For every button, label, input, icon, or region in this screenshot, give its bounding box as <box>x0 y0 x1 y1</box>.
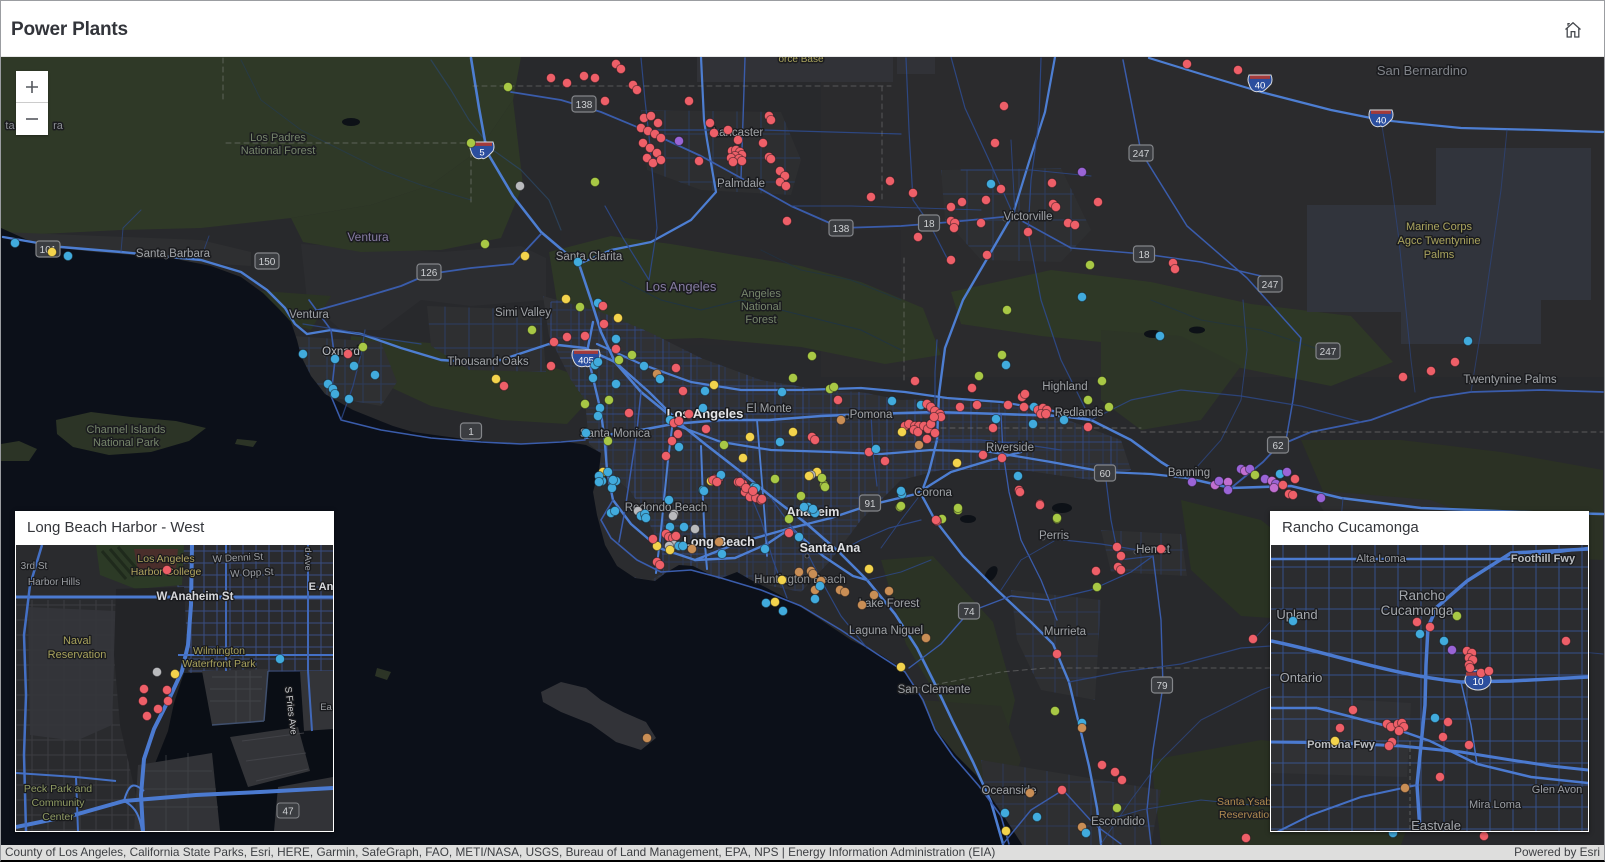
svg-text:Santa Barbara: Santa Barbara <box>136 248 211 260</box>
svg-text:Victorville: Victorville <box>1004 211 1053 223</box>
svg-text:Wilmington: Wilmington <box>193 645 245 657</box>
svg-text:Pomona: Pomona <box>850 409 893 421</box>
svg-text:Pomona Fwy: Pomona Fwy <box>1307 739 1376 751</box>
svg-text:W Opp St: W Opp St <box>230 567 274 580</box>
svg-text:Highland: Highland <box>1042 381 1087 393</box>
svg-text:Reservation: Reservation <box>48 649 107 661</box>
svg-text:247: 247 <box>1320 347 1337 358</box>
svg-text:126: 126 <box>421 268 438 279</box>
svg-text:3rd St: 3rd St <box>21 561 48 572</box>
svg-text:Center: Center <box>42 811 74 823</box>
svg-text:62: 62 <box>1272 441 1284 452</box>
svg-text:Perris: Perris <box>1039 530 1069 542</box>
svg-text:60: 60 <box>1099 469 1111 480</box>
svg-text:San Clemente: San Clemente <box>898 684 971 696</box>
svg-text:247: 247 <box>1262 280 1279 291</box>
svg-text:Santa Clarita: Santa Clarita <box>556 251 623 263</box>
svg-text:Waterfront Park: Waterfront Park <box>182 658 256 670</box>
svg-text:Banning: Banning <box>1168 467 1210 479</box>
svg-text:Santa Ana: Santa Ana <box>800 541 862 555</box>
svg-text:Riverside: Riverside <box>986 442 1034 454</box>
svg-text:Eastvale: Eastvale <box>1411 818 1461 831</box>
svg-text:Corona: Corona <box>914 487 952 499</box>
svg-text:Forest: Forest <box>745 314 776 326</box>
svg-text:Ventura: Ventura <box>347 230 389 244</box>
svg-text:Glen Avon: Glen Avon <box>1532 784 1583 796</box>
svg-text:Laguna Niguel: Laguna Niguel <box>849 625 923 637</box>
svg-text:Thousand Oaks: Thousand Oaks <box>447 356 528 368</box>
svg-text:138: 138 <box>833 224 850 235</box>
svg-text:Oxnard: Oxnard <box>322 346 360 358</box>
svg-text:40: 40 <box>1376 116 1387 127</box>
svg-text:Mira Loma: Mira Loma <box>1469 799 1522 811</box>
svg-text:Foothill Fwy: Foothill Fwy <box>1511 553 1576 565</box>
svg-text:W Anaheim St: W Anaheim St <box>157 591 234 603</box>
svg-text:91: 91 <box>864 499 876 510</box>
svg-text:47: 47 <box>282 807 294 818</box>
svg-text:Lake Forest: Lake Forest <box>859 598 921 610</box>
svg-text:Agcc Twentynine: Agcc Twentynine <box>1398 235 1481 247</box>
svg-text:Ea: Ea <box>320 702 332 713</box>
svg-text:Los Angeles: Los Angeles <box>646 279 717 294</box>
svg-text:40: 40 <box>1255 81 1266 92</box>
svg-text:18: 18 <box>1138 250 1150 261</box>
svg-text:74: 74 <box>963 607 975 618</box>
svg-text:Los Angeles: Los Angeles <box>137 553 194 565</box>
svg-text:Reservation: Reservation <box>1219 809 1275 821</box>
svg-text:Harbor Hills: Harbor Hills <box>28 577 80 588</box>
svg-text:Santa Ysabe: Santa Ysabe <box>1217 796 1277 808</box>
svg-text:Ontario: Ontario <box>1280 670 1323 685</box>
svg-text:Community: Community <box>31 797 85 809</box>
svg-text:El Monte: El Monte <box>746 403 791 415</box>
svg-text:5: 5 <box>479 148 484 159</box>
svg-text:Alta Loma: Alta Loma <box>1356 553 1406 565</box>
svg-text:Simi Valley: Simi Valley <box>495 307 551 319</box>
svg-text:150: 150 <box>259 257 276 268</box>
svg-text:E An: E An <box>309 581 333 593</box>
svg-text:18: 18 <box>923 219 935 230</box>
svg-text:79: 79 <box>1156 681 1168 692</box>
svg-text:National: National <box>741 301 781 313</box>
svg-text:Angeles: Angeles <box>741 288 781 300</box>
svg-text:d Ave: d Ave <box>302 547 313 571</box>
svg-text:1: 1 <box>468 427 474 438</box>
svg-text:Rancho: Rancho <box>1399 588 1446 603</box>
svg-text:138: 138 <box>576 100 593 111</box>
svg-text:Los Padres: Los Padres <box>250 132 306 144</box>
svg-text:National Forest: National Forest <box>241 145 316 157</box>
svg-text:San Bernardino: San Bernardino <box>1377 63 1467 78</box>
svg-text:ra: ra <box>53 120 64 132</box>
svg-text:Murrieta: Murrieta <box>1044 626 1087 638</box>
svg-text:Palmdale: Palmdale <box>717 178 765 190</box>
svg-text:National Park: National Park <box>93 437 160 449</box>
svg-text:Cucamonga: Cucamonga <box>1381 603 1454 618</box>
svg-text:ta: ta <box>5 120 15 132</box>
svg-text:Marine Corps: Marine Corps <box>1406 221 1473 233</box>
svg-text:Palms: Palms <box>1424 249 1455 261</box>
svg-text:Escondido: Escondido <box>1091 816 1145 828</box>
svg-text:247: 247 <box>1133 149 1150 160</box>
svg-text:Ventura: Ventura <box>289 309 329 321</box>
svg-text:Twentynine Palms: Twentynine Palms <box>1463 374 1557 386</box>
svg-text:orce Base: orce Base <box>778 57 823 65</box>
svg-text:10: 10 <box>1472 677 1484 688</box>
svg-text:Peck Park and: Peck Park and <box>24 783 92 795</box>
svg-text:Naval: Naval <box>63 635 91 647</box>
svg-text:Channel Islands: Channel Islands <box>87 424 166 436</box>
